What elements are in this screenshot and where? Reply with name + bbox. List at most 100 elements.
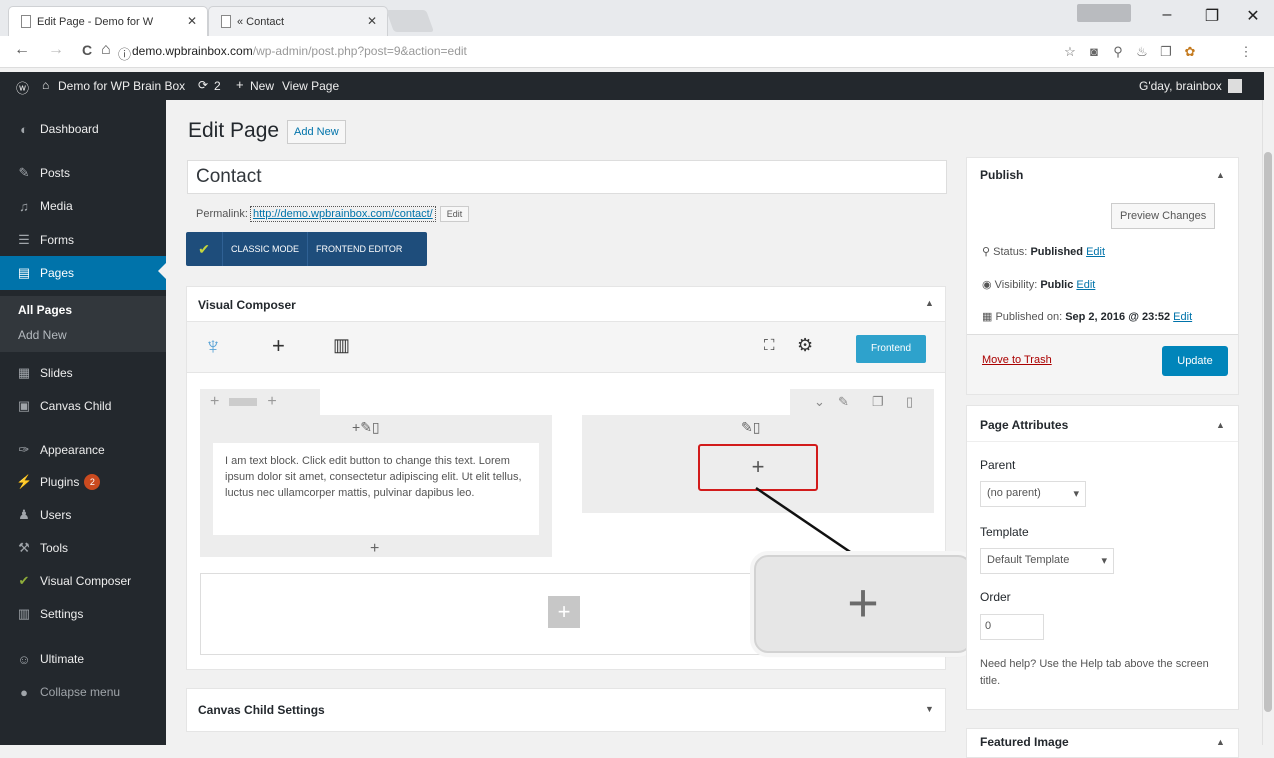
collapse-toggle-icon[interactable]: ▲ [1216,737,1225,747]
menu-label: Users [40,508,72,522]
new-link[interactable]: New [250,79,274,93]
profile-icon[interactable] [1077,4,1131,22]
parent-select[interactable]: (no parent) ▾ [980,481,1086,507]
menu-dashboard[interactable]: ◐ Dashboard [0,113,166,145]
tab-close-icon[interactable]: ✕ [367,14,377,28]
browser-tab-contact[interactable]: « Contact ✕ [208,6,388,36]
plugin-icon: ⚡ [16,474,33,489]
account-greeting[interactable]: G'day, brainbox [1139,79,1222,93]
new-tab-button[interactable] [385,10,435,32]
view-page-link[interactable]: View Page [282,79,339,93]
forward-icon[interactable]: → [48,41,64,59]
text-block[interactable]: I am text block. Click edit button to ch… [213,443,539,535]
permalink-edit-button[interactable]: Edit [439,206,470,222]
collapse-toggle-icon[interactable]: ▲ [1216,420,1225,430]
url-host: demo.wpbrainbox.com [132,44,253,58]
move-to-trash-link[interactable]: Move to Trash [982,354,1052,366]
templates-icon[interactable]: ▥ [333,335,350,356]
wrench-icon: ⚒ [18,540,30,555]
camera-icon[interactable]: ◙ [1086,44,1102,60]
frontend-button[interactable]: Frontend [856,335,926,363]
forms-icon: ☰ [18,232,30,247]
clone-row-icon[interactable]: ❐ [872,394,884,410]
add-column-icon[interactable]: + [267,393,276,411]
fullscreen-icon[interactable]: ⛶ [764,337,775,354]
delete-icon[interactable]: ▯ [372,419,380,435]
add-new-button[interactable]: Add New [287,120,346,144]
menu-forms[interactable]: ☰ Forms [0,224,166,256]
menu-pages[interactable]: ▤ Pages [0,256,166,290]
menu-icon[interactable]: ⋮ [1238,44,1254,60]
preview-changes-button[interactable]: Preview Changes [1111,203,1216,229]
home-icon[interactable]: ⌂ [101,41,111,59]
updates-count: 2 [214,79,221,93]
wordpress-logo-icon[interactable]: ⓦ [16,78,29,97]
add-element-icon[interactable]: + [352,419,360,435]
info-icon[interactable]: ⓘ [118,44,131,63]
add-element-icon[interactable]: + [370,540,379,558]
edit-icon[interactable]: ✎ [360,419,372,435]
menu-tools[interactable]: ⚒ Tools [0,532,166,564]
updates-icon[interactable]: ⟳ [198,78,208,92]
minimize-button[interactable]: – [1152,6,1182,24]
extension-icon[interactable]: ♨ [1134,44,1150,60]
template-select[interactable]: Default Template ▾ [980,548,1114,574]
add-column-icon[interactable]: + [210,393,219,411]
title-input[interactable]: Contact [187,160,947,194]
settings-icon: ▥ [17,606,31,621]
url-field[interactable]: demo.wpbrainbox.com/wp-admin/post.php?po… [132,44,467,58]
close-window-button[interactable]: ✕ [1238,6,1268,26]
menu-users[interactable]: ♟ Users [0,499,166,531]
collapse-toggle-icon[interactable]: ▲ [1216,170,1225,180]
menu-label: Settings [40,607,84,621]
menu-appearance[interactable]: ✑ Appearance [0,434,166,466]
add-row-button[interactable]: + [548,596,580,628]
menu-collapse[interactable]: ● Collapse menu [0,676,166,708]
edit-date-link[interactable]: Edit [1173,311,1192,323]
menu-settings[interactable]: ▥ Settings [0,598,166,630]
menu-canvas-child[interactable]: ▣ Canvas Child [0,390,166,422]
edit-status-link[interactable]: Edit [1086,246,1105,258]
vc-logo-icon[interactable]: ♆ [204,333,222,361]
maximize-button[interactable]: ❐ [1197,6,1227,26]
star-icon[interactable]: ☆ [1062,44,1078,60]
submenu-add-new[interactable]: Add New [18,328,67,342]
order-input[interactable]: 0 [980,614,1044,640]
menu-label: Ultimate [40,652,85,666]
delete-icon[interactable]: ▯ [753,419,761,435]
menu-plugins[interactable]: ⚡ Plugins 2 [0,466,166,498]
delete-row-icon[interactable]: ▯ [906,394,913,410]
collapse-toggle-icon[interactable]: ▼ [925,704,934,714]
toggle-row-icon[interactable]: ⌄ [814,394,825,410]
edit-icon[interactable]: ✎ [741,419,753,435]
collapse-toggle-icon[interactable]: ▲ [925,298,934,308]
row-layout-icon[interactable] [229,398,258,406]
settings-gear-icon[interactable]: ⚙ [797,335,813,356]
add-element-icon[interactable]: + [272,333,285,359]
avatar[interactable] [1228,79,1242,93]
frontend-editor-button[interactable]: FRONTEND EDITOR [307,232,410,266]
scrollbar-thumb[interactable] [1264,152,1272,712]
classic-mode-button[interactable]: CLASSIC MODE [222,232,307,266]
update-button[interactable]: Update [1162,346,1228,376]
menu-media[interactable]: ♫ Media [0,190,166,222]
reload-icon[interactable]: C [82,42,92,58]
edit-row-icon[interactable]: ✎ [838,394,849,410]
back-icon[interactable]: ← [14,41,30,59]
users-icon: ♟ [18,507,30,522]
menu-visual-composer[interactable]: ✔ Visual Composer [0,565,166,597]
order-label: Order [980,590,1011,604]
menu-posts[interactable]: ✎ Posts [0,157,166,189]
browser-tab-edit-page[interactable]: Edit Page - Demo for W ✕ [8,6,208,36]
page-attributes-title: Page Attributes [980,418,1069,432]
site-name-link[interactable]: Demo for WP Brain Box [58,79,185,93]
menu-ultimate[interactable]: ☺ Ultimate [0,643,166,675]
search-icon[interactable]: ⚲ [1110,44,1126,60]
extension-icon[interactable]: ✿ [1182,44,1198,60]
copy-icon[interactable]: ❐ [1158,44,1174,60]
submenu-all-pages[interactable]: All Pages [18,303,72,317]
edit-visibility-link[interactable]: Edit [1076,279,1095,291]
tab-close-icon[interactable]: ✕ [187,14,197,28]
menu-slides[interactable]: ▦ Slides [0,357,166,389]
permalink-link[interactable]: http://demo.wpbrainbox.com/contact/ [249,206,436,222]
